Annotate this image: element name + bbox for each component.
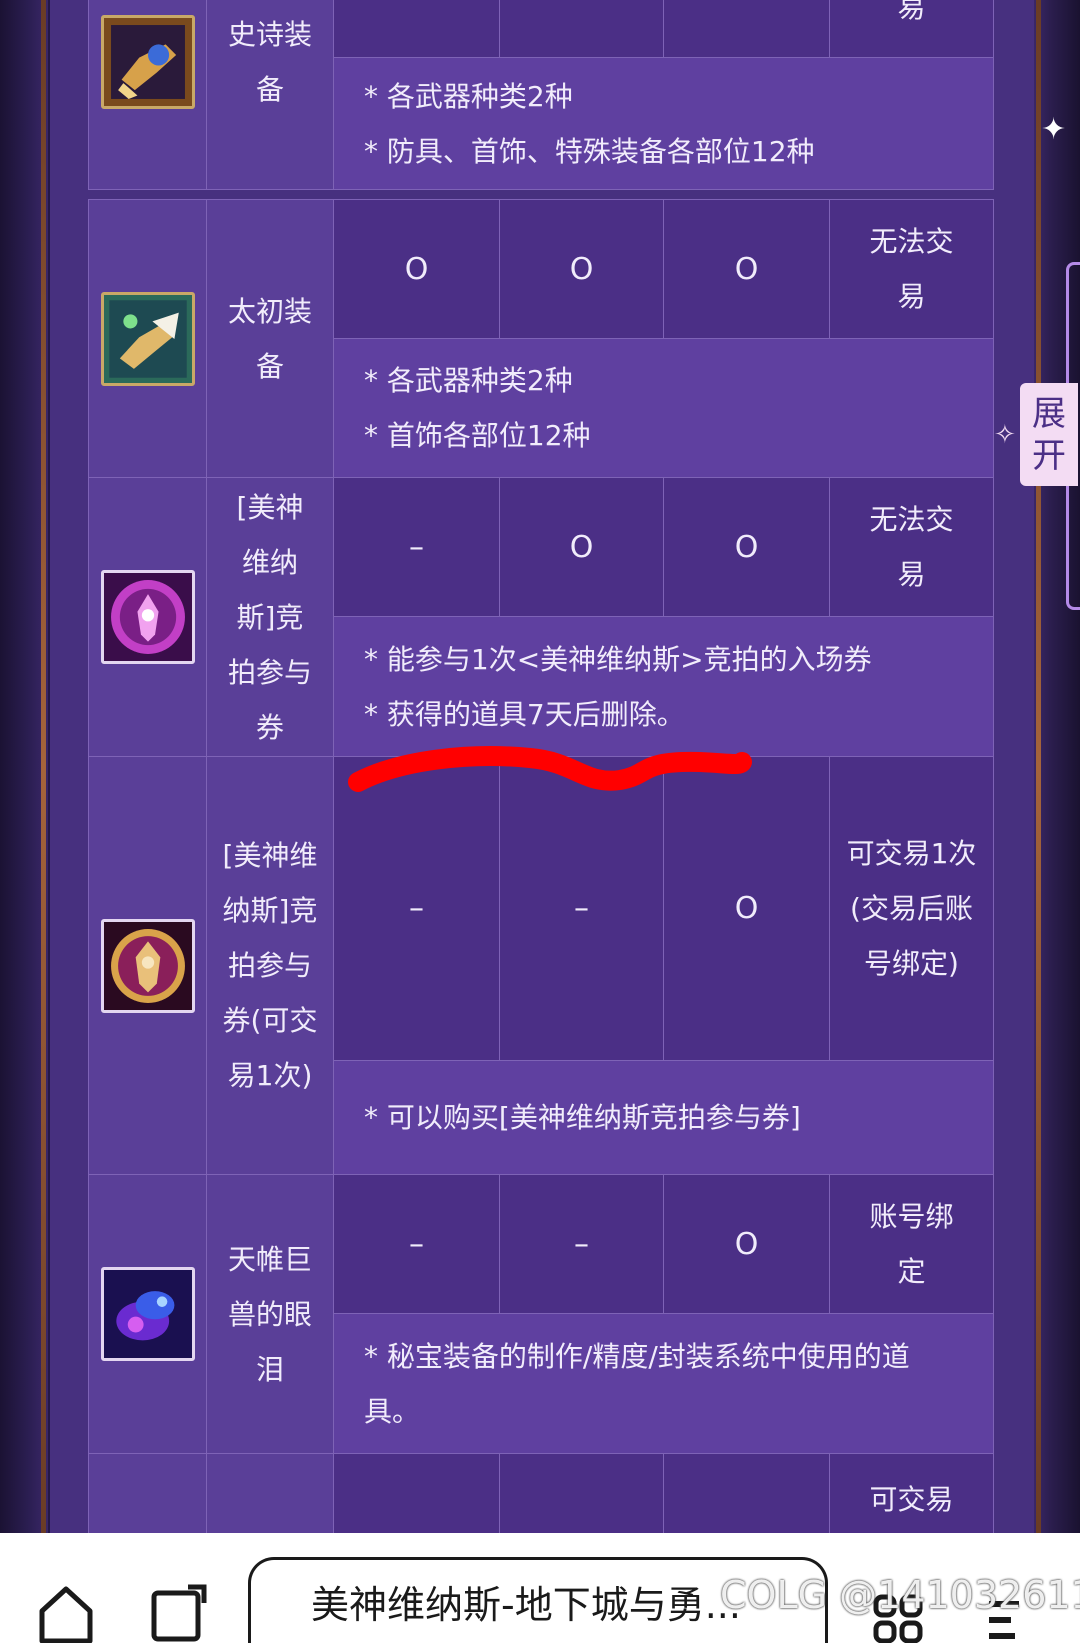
item-name-cell: 天帷巨兽的眼泪 xyxy=(206,1174,334,1454)
mark-cell xyxy=(333,1453,500,1533)
icon-cell xyxy=(88,1174,207,1454)
item-name-cell xyxy=(206,1453,334,1533)
item-name: 史诗装备 xyxy=(227,17,312,106)
mark: O xyxy=(734,1226,759,1262)
note-cell: * 秘宝装备的制作/精度/封装系统中使用的道具。 xyxy=(333,1313,994,1454)
table-row: 天帷巨兽的眼泪 – – O 账号绑定 * 秘宝装备的制作/精度/封装系统中使用的… xyxy=(88,1174,994,1454)
note-line: * 首饰各部位12种 xyxy=(364,419,591,452)
behemoth-tear-icon xyxy=(100,1267,195,1361)
mark-cell: – xyxy=(333,477,500,617)
note-line: * 各武器种类2种 xyxy=(364,364,573,397)
note-cell: * 能参与1次<美神维纳斯>竞拍的入场券 * 获得的道具7天后删除。 xyxy=(333,616,994,757)
venus-auction-ticket-icon xyxy=(100,570,195,664)
watermark: COLG @1410326117 xyxy=(720,1573,1080,1617)
home-icon[interactable] xyxy=(36,1583,96,1643)
mark: O xyxy=(734,891,759,926)
icon-cell xyxy=(88,0,207,190)
trade-cell: 易 xyxy=(829,0,994,58)
icon-cell xyxy=(88,199,207,478)
note-cell: * 可以购买[美神维纳斯竞拍参与券] xyxy=(333,1060,994,1175)
mark-cell: – xyxy=(333,1174,500,1314)
item-name-cell: [美神维纳斯]竞拍参与券(可交易1次) xyxy=(206,756,334,1175)
note-cell: * 各武器种类2种 * 首饰各部位12种 xyxy=(333,338,994,478)
mark: – xyxy=(574,1226,589,1262)
trade-status: 无法交易 xyxy=(869,503,954,591)
sparkle-icon: ✦ xyxy=(1041,112,1067,147)
trade-cell: 无法交易 xyxy=(829,199,994,339)
note-cell: * 各武器种类2种 * 防具、首饰、特殊装备各部位12种 xyxy=(333,57,994,190)
mark-cell: O xyxy=(333,199,500,339)
venus-auction-ticket-tradable-icon xyxy=(100,918,195,1013)
mark-cell: – xyxy=(499,756,664,1061)
mark-cell xyxy=(499,0,664,58)
browser-bottom-bar: 美神维纳斯-地下城与勇... COLG @1410326117 xyxy=(0,1533,1080,1643)
primeval-gauntlet-icon xyxy=(100,291,195,386)
trade-status: 无法交易 xyxy=(869,225,954,313)
mark: O xyxy=(734,251,759,287)
expand-tab-label: 开 xyxy=(1032,435,1066,476)
mark-cell xyxy=(499,1453,664,1533)
mark: – xyxy=(409,529,424,565)
trade-cell: 可交易1次(交易后账号绑定) xyxy=(829,756,994,1061)
mark: O xyxy=(569,251,594,287)
epic-gauntlet-icon xyxy=(100,14,195,109)
item-name: 天帷巨兽的眼泪 xyxy=(227,1242,312,1386)
sparkle-icon: ✧ xyxy=(994,420,1016,450)
mark-cell: – xyxy=(499,1174,664,1314)
item-name: [美神维纳斯]竞拍参与券 xyxy=(227,490,312,744)
note-line: * 可以购买[美神维纳斯竞拍参与券] xyxy=(364,1101,801,1134)
item-table: 史诗装备 易 * 各武器种类2种 * 防具、首饰、特殊装备各部位12种 太初装备… xyxy=(88,0,994,1533)
mark: – xyxy=(409,891,424,926)
trade-status: 账号绑定 xyxy=(869,1200,954,1288)
item-name-cell: [美神维纳斯]竞拍参与券 xyxy=(206,477,334,757)
expand-tab-label: 展 xyxy=(1032,393,1066,434)
icon-cell xyxy=(88,756,207,1175)
mark-cell xyxy=(333,0,500,58)
table-row: [美神维纳斯]竞拍参与券(可交易1次) – – O 可交易1次(交易后账号绑定)… xyxy=(88,756,994,1175)
mark: O xyxy=(404,251,429,287)
item-name-cell: 太初装备 xyxy=(206,199,334,478)
trade-status: 可交易1次(交易后账号绑定) xyxy=(846,837,977,980)
mark-cell: O xyxy=(499,477,664,617)
item-name-cell: 史诗装备 xyxy=(206,0,334,190)
trade-cell: 账号绑定 xyxy=(829,1174,994,1314)
item-name: 太初装备 xyxy=(227,294,312,383)
table-row: 太初装备 O O O 无法交易 * 各武器种类2种 * 首饰各部位12种 xyxy=(88,199,994,478)
mark-cell: O xyxy=(663,477,830,617)
mark: – xyxy=(574,891,589,926)
trade-cell: 可交易 xyxy=(829,1453,994,1533)
note-line: * 获得的道具7天后删除。 xyxy=(364,697,685,731)
note-line: * 各武器种类2种 xyxy=(364,79,573,113)
table-row: 史诗装备 易 * 各武器种类2种 * 防具、首饰、特殊装备各部位12种 xyxy=(88,0,994,190)
mark-cell: O xyxy=(663,756,830,1061)
mark-cell xyxy=(663,1453,830,1533)
mark: O xyxy=(734,529,759,565)
mark-cell: O xyxy=(499,199,664,339)
page-title: 美神维纳斯-地下城与勇... xyxy=(311,1583,741,1627)
left-frame xyxy=(0,0,48,1533)
table-row: 可交易 xyxy=(88,1453,994,1533)
mark-cell: – xyxy=(333,756,500,1061)
table-row: [美神维纳斯]竞拍参与券 – O O 无法交易 * 能参与1次<美神维纳斯>竞拍… xyxy=(88,477,994,757)
mark: – xyxy=(409,1226,424,1262)
trade-status: 易 xyxy=(897,0,926,24)
mark-cell: O xyxy=(663,199,830,339)
mark-cell: O xyxy=(663,1174,830,1314)
mark-cell xyxy=(663,0,830,58)
expand-tab[interactable]: 展 开 xyxy=(1020,383,1078,486)
note-line: * 能参与1次<美神维纳斯>竞拍的入场券 xyxy=(364,642,872,676)
mark: O xyxy=(569,529,594,565)
icon-cell xyxy=(88,477,207,757)
note-line: * 防具、首饰、特殊装备各部位12种 xyxy=(364,134,815,168)
icon-cell xyxy=(88,1453,207,1533)
note-line: * 秘宝装备的制作/精度/封装系统中使用的道具。 xyxy=(364,1339,910,1428)
trade-status: 可交易 xyxy=(869,1483,954,1516)
tabs-icon[interactable] xyxy=(148,1583,208,1643)
right-frame xyxy=(1034,0,1080,1533)
trade-cell: 无法交易 xyxy=(829,477,994,617)
item-name: [美神维纳斯]竞拍参与券(可交易1次) xyxy=(222,839,318,1092)
